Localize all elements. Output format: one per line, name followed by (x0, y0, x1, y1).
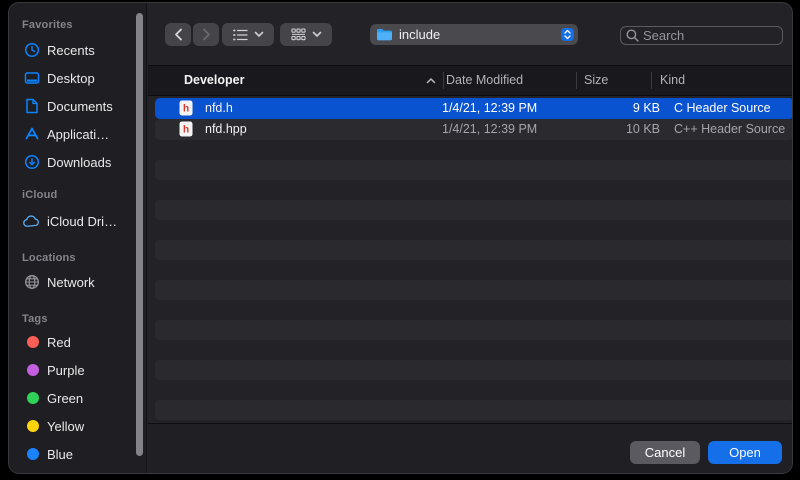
tag-purple-icon (23, 362, 40, 379)
group-view-icon (291, 28, 306, 41)
sort-ascending-icon (426, 77, 436, 84)
tag-red-icon (23, 334, 40, 351)
list-header: Developer Date Modified Size Kind (148, 65, 792, 96)
svg-text:h: h (183, 104, 189, 115)
empty-row-stripe (155, 320, 793, 340)
all-tags-icon (23, 473, 40, 475)
empty-row-stripe (155, 360, 793, 380)
sidebar-scrollbar[interactable] (136, 13, 143, 456)
chevron-down-icon (312, 31, 322, 38)
list-view-icon (233, 29, 248, 41)
list-view-button[interactable] (222, 23, 274, 46)
empty-row-stripe (155, 240, 793, 260)
forward-button[interactable] (193, 23, 219, 46)
empty-row-stripe (155, 280, 793, 300)
chevron-right-icon (202, 28, 211, 41)
sidebar-item-applications[interactable]: Applicati… (17, 123, 134, 145)
column-header-kind[interactable]: Kind (660, 73, 685, 87)
sidebar-item-tag-yellow[interactable]: Yellow (17, 415, 134, 437)
open-button[interactable]: Open (708, 441, 782, 464)
download-icon (23, 154, 40, 171)
header-file-icon: h (179, 100, 193, 116)
empty-row-stripe (155, 160, 793, 180)
chevron-down-icon (254, 31, 264, 38)
tag-yellow-icon (23, 418, 40, 435)
tag-green-icon (23, 390, 40, 407)
search-field[interactable] (620, 26, 783, 45)
svg-text:h: h (183, 125, 189, 136)
empty-row-stripe (155, 200, 793, 220)
column-divider[interactable] (651, 72, 652, 89)
column-header-name[interactable]: Developer (184, 73, 244, 87)
section-icloud: iCloud (22, 189, 57, 201)
search-icon (626, 29, 639, 42)
browser-pane: include Developer Date Modified Size Kin… (148, 3, 792, 473)
dropdown-stepper-icon (561, 28, 574, 41)
file-row-nfd-hpp[interactable]: h nfd.hpp 1/4/21, 12:39 PM 10 KB C++ Hea… (155, 119, 793, 140)
search-input[interactable] (643, 28, 763, 43)
column-header-date[interactable]: Date Modified (446, 73, 523, 87)
sidebar-item-documents[interactable]: Documents (17, 95, 134, 117)
group-view-button[interactable] (280, 23, 332, 46)
sidebar-item-desktop[interactable]: Desktop (17, 67, 134, 89)
sidebar-item-tag-purple[interactable]: Purple (17, 359, 134, 381)
sidebar-item-icloud-drive[interactable]: iCloud Dri… (17, 210, 134, 232)
cancel-button[interactable]: Cancel (630, 441, 700, 464)
dialog-footer: Cancel Open (148, 423, 792, 473)
folder-dropdown-value: include (399, 27, 440, 42)
column-divider[interactable] (576, 72, 577, 89)
sidebar-item-network[interactable]: Network (17, 271, 134, 293)
folder-icon (376, 28, 393, 41)
folder-dropdown[interactable]: include (370, 24, 578, 45)
globe-icon (23, 274, 40, 291)
document-icon (23, 98, 40, 115)
sidebar-item-recents[interactable]: Recents (17, 39, 134, 61)
clock-icon (23, 42, 40, 59)
sidebar-item-tag-red[interactable]: Red (17, 331, 134, 353)
section-favorites: Favorites (22, 19, 73, 31)
sidebar-item-downloads[interactable]: Downloads (17, 151, 134, 173)
header-file-icon: h (179, 121, 193, 137)
chevron-left-icon (174, 28, 183, 41)
desktop-icon (23, 70, 40, 87)
file-open-dialog: Favorites Recents Desktop Documents Appl… (8, 2, 793, 474)
column-divider[interactable] (443, 72, 444, 89)
cloud-icon (23, 213, 40, 230)
section-tags: Tags (22, 313, 48, 325)
empty-row-stripe (155, 400, 793, 420)
sidebar-item-tag-green[interactable]: Green (17, 387, 134, 409)
sidebar: Favorites Recents Desktop Documents Appl… (9, 3, 147, 473)
section-locations: Locations (22, 252, 76, 264)
file-row-nfd-h[interactable]: h nfd.h 1/4/21, 12:39 PM 9 KB C Header S… (155, 98, 793, 119)
sidebar-item-all-tags[interactable]: All Tags (17, 470, 134, 474)
back-button[interactable] (165, 23, 191, 46)
appstore-icon (23, 126, 40, 143)
tag-blue-icon (23, 446, 40, 463)
column-header-size[interactable]: Size (584, 73, 608, 87)
sidebar-item-tag-blue[interactable]: Blue (17, 443, 134, 465)
